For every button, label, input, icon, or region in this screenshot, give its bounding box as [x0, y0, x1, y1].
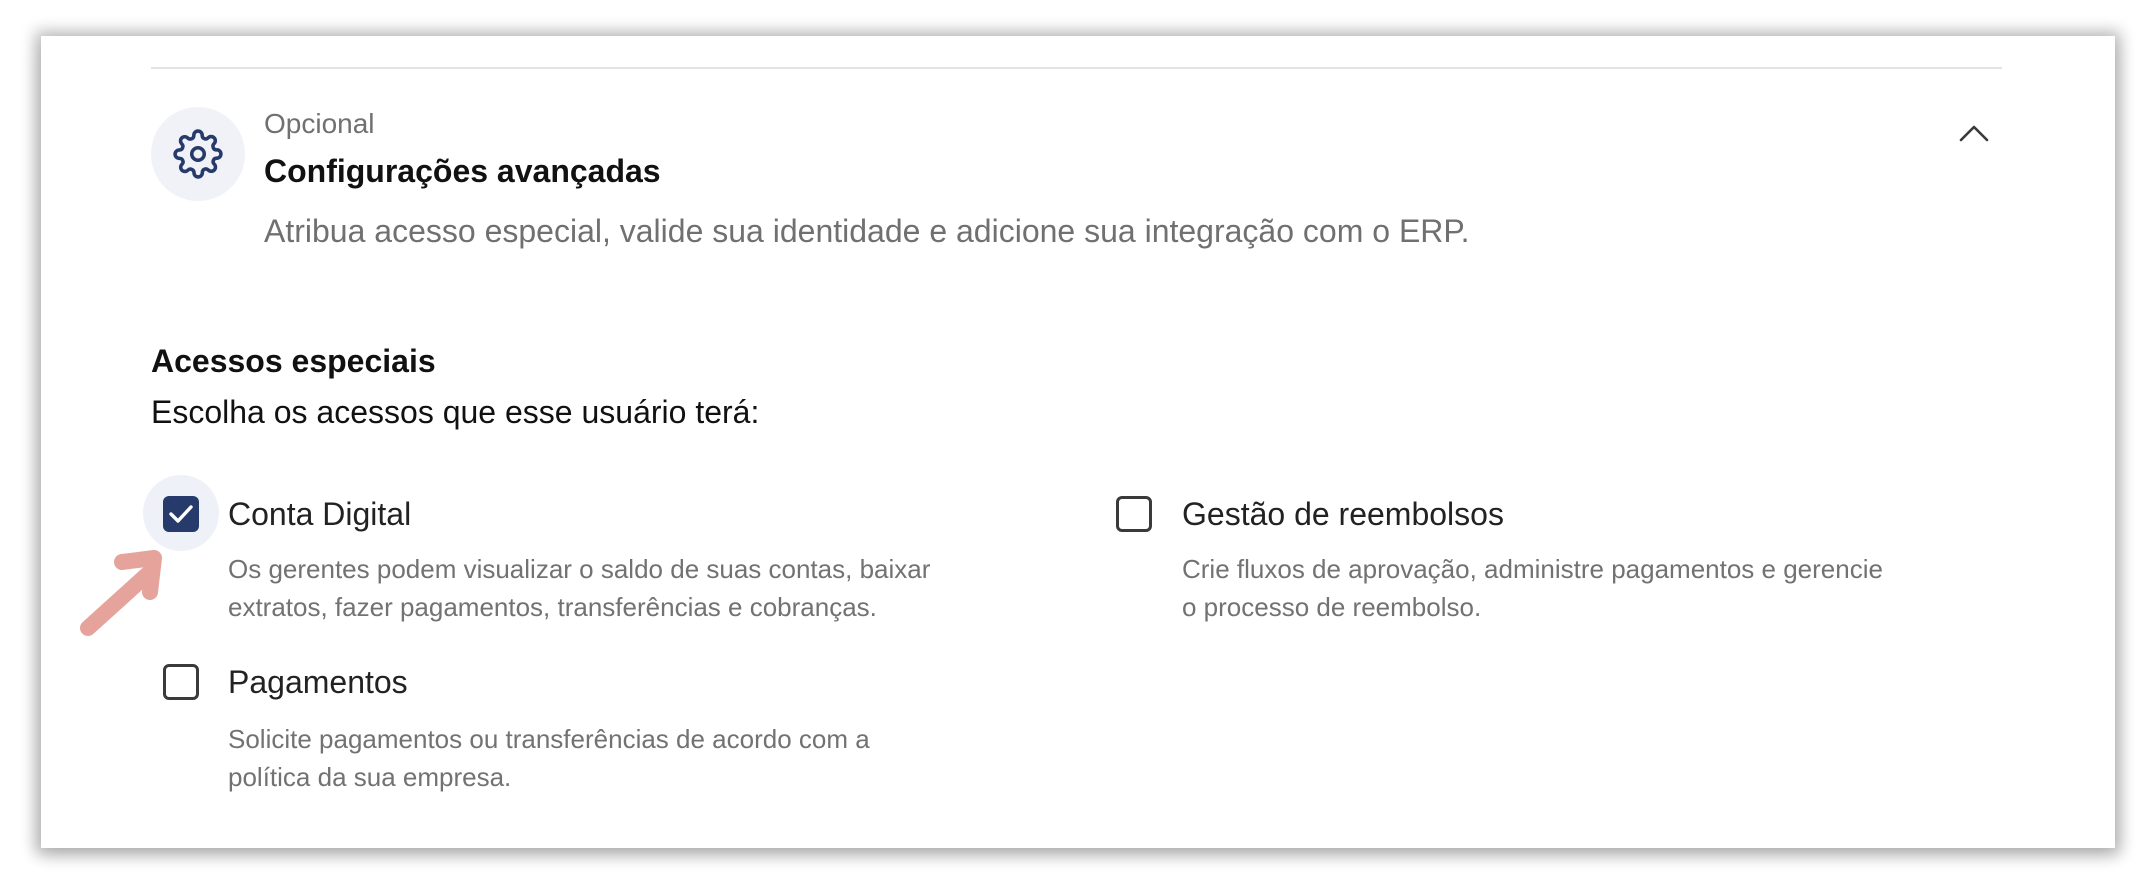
conta-digital-checkbox[interactable] — [163, 496, 199, 532]
section-divider — [151, 67, 2002, 69]
pagamentos-desc-line1: Solicite pagamentos ou transferências de… — [228, 724, 870, 754]
conta-digital-desc-line2: extratos, fazer pagamentos, transferênci… — [228, 592, 877, 622]
screen: Opcional Configurações avançadas Atribua… — [0, 0, 2146, 888]
section-description: Atribua acesso especial, valide sua iden… — [264, 213, 1470, 249]
gestao-reembolsos-label[interactable]: Gestão de reembolsos — [1182, 494, 1504, 534]
section-title[interactable]: Configurações avançadas — [264, 151, 661, 191]
special-access-subtitle: Escolha os acessos que esse usuário terá… — [151, 394, 760, 430]
gear-icon — [173, 129, 223, 179]
chevron-up-icon — [1959, 125, 1989, 142]
pagamentos-label[interactable]: Pagamentos — [228, 662, 408, 702]
checkmark-icon — [169, 505, 193, 523]
collapse-button[interactable] — [1954, 118, 1994, 148]
gestao-reembolsos-desc-line1: Crie fluxos de aprovação, administre pag… — [1182, 554, 1883, 584]
conta-digital-desc-line1: Os gerentes podem visualizar o saldo de … — [228, 554, 931, 584]
gestao-reembolsos-checkbox[interactable] — [1116, 496, 1152, 532]
gear-icon-container — [151, 107, 245, 201]
special-access-title: Acessos especiais — [151, 343, 436, 379]
annotation-arrow-icon — [80, 550, 162, 636]
conta-digital-label[interactable]: Conta Digital — [228, 494, 411, 534]
pagamentos-desc-line2: política da sua empresa. — [228, 762, 512, 792]
pagamentos-checkbox[interactable] — [163, 664, 199, 700]
optional-label: Opcional — [264, 108, 375, 139]
gestao-reembolsos-desc-line2: o processo de reembolso. — [1182, 592, 1482, 622]
